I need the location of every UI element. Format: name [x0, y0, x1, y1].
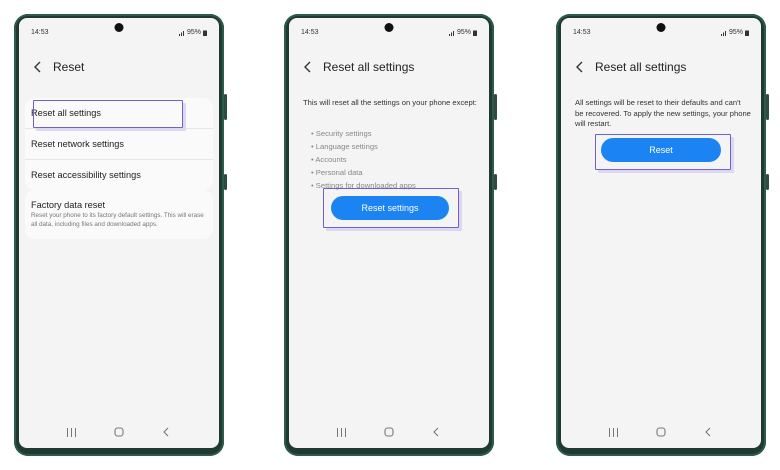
home-icon[interactable]	[109, 424, 129, 440]
list-item: • Language settings	[311, 141, 378, 151]
app-header: Reset all settings	[289, 56, 489, 78]
app-header: Reset all settings	[561, 56, 761, 78]
home-icon[interactable]	[379, 424, 399, 440]
highlight-box	[33, 100, 183, 128]
phone-reset-menu: 14:53 95% Reset Reset all settings Reset…	[14, 14, 227, 456]
signal-icon	[720, 30, 726, 36]
reset-warning-text: All settings will be reset to their defa…	[575, 98, 751, 129]
reset-button[interactable]: Reset	[601, 138, 721, 162]
excluded-settings-list: • Security settings • Language settings …	[311, 128, 416, 193]
recent-apps-icon[interactable]	[62, 424, 82, 440]
battery-level: 95%	[456, 29, 471, 36]
reset-settings-button[interactable]: Reset settings	[331, 196, 449, 220]
battery-level: 95%	[728, 29, 743, 36]
phone-reset-all-settings: 14:53 95% Reset all settings This will r…	[284, 14, 497, 456]
list-item: • Personal data	[311, 167, 363, 177]
phone-screen: 14:53 95% Reset all settings All setting…	[561, 18, 761, 448]
recent-apps-icon[interactable]	[604, 424, 624, 440]
phone-screen: 14:53 95% Reset all settings This will r…	[289, 18, 489, 448]
status-time: 14:53	[31, 29, 49, 36]
factory-reset-title: Factory data reset	[31, 200, 106, 210]
phone-reset-confirm: 14:53 95% Reset all settings All setting…	[556, 14, 769, 456]
battery-icon	[745, 30, 749, 36]
status-bar: 14:53 95%	[289, 18, 489, 48]
home-icon[interactable]	[651, 424, 671, 440]
nav-bar	[289, 420, 489, 444]
recent-apps-icon[interactable]	[332, 424, 352, 440]
status-time: 14:53	[573, 29, 591, 36]
status-time: 14:53	[301, 29, 319, 36]
signal-icon	[448, 30, 454, 36]
back-icon[interactable]	[426, 424, 446, 440]
list-item: • Security settings	[311, 129, 372, 138]
status-bar: 14:53 95%	[561, 18, 761, 48]
back-icon[interactable]	[156, 424, 176, 440]
nav-bar	[561, 420, 761, 444]
page-title: Reset	[53, 60, 85, 74]
reset-network-settings-item[interactable]: Reset network settings	[25, 128, 213, 159]
page-title: Reset all settings	[595, 60, 687, 74]
phone-screen: 14:53 95% Reset Reset all settings Reset…	[19, 18, 219, 448]
back-icon[interactable]	[698, 424, 718, 440]
signal-icon	[178, 30, 184, 36]
back-arrow-icon[interactable]	[27, 57, 49, 77]
battery-level: 95%	[186, 29, 201, 36]
battery-icon	[473, 30, 477, 36]
list-item: • Accounts	[311, 154, 347, 164]
nav-bar	[19, 420, 219, 444]
reset-intro-text: This will reset all the settings on your…	[303, 98, 477, 107]
back-arrow-icon[interactable]	[569, 57, 591, 77]
factory-reset-description: Reset your phone to its factory default …	[31, 212, 204, 228]
app-header: Reset	[19, 56, 219, 78]
reset-accessibility-settings-item[interactable]: Reset accessibility settings	[25, 159, 213, 190]
battery-icon	[203, 30, 207, 36]
back-arrow-icon[interactable]	[297, 57, 319, 77]
factory-reset-card[interactable]: Factory data reset Reset your phone to i…	[25, 190, 213, 239]
page-title: Reset all settings	[323, 60, 415, 74]
status-bar: 14:53 95%	[19, 18, 219, 48]
